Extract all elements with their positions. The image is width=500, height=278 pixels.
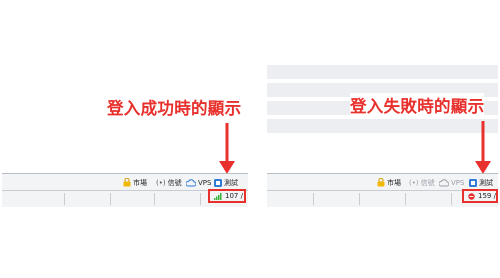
- connection-latency: 107 /: [225, 192, 243, 200]
- market-status[interactable]: 市場: [377, 176, 401, 189]
- login-failure-panel: 登入失敗時的顯示 市場 (•) 信號 VPS 測試 159 /: [267, 55, 498, 207]
- quote-status[interactable]: (•) 信號: [409, 176, 435, 189]
- list-item: [267, 65, 498, 79]
- vps-status[interactable]: VPS: [439, 176, 464, 189]
- down-arrow-icon: [475, 121, 491, 174]
- failure-caption: 登入失敗時的顯示: [350, 93, 485, 117]
- vps-cloud-icon: [186, 178, 196, 186]
- connection-status-highlight[interactable]: 159 /: [462, 189, 498, 203]
- divider: [405, 193, 406, 205]
- signal-icon: (•): [156, 178, 166, 187]
- login-success-panel: 登入成功時的顯示 市場 (•) 信號 VPS 測試 107 /: [2, 55, 248, 207]
- signal-icon: (•): [409, 178, 419, 187]
- test-label: 測試: [479, 178, 493, 187]
- down-arrow-icon: [219, 123, 235, 174]
- market-label: 市場: [387, 178, 401, 187]
- market-lock-icon: [377, 178, 385, 187]
- error-dot-icon: [468, 192, 475, 200]
- test-label: 測試: [224, 178, 238, 187]
- divider: [313, 193, 314, 205]
- test-status[interactable]: 測試: [469, 176, 493, 189]
- divider: [359, 193, 360, 205]
- market-label: 市場: [133, 178, 147, 187]
- vps-label: VPS: [198, 178, 212, 187]
- quote-status[interactable]: (•) 信號: [156, 176, 182, 189]
- test-icon: [214, 178, 222, 187]
- status-bar: 市場 (•) 信號 VPS 測試: [2, 173, 248, 207]
- market-status[interactable]: 市場: [123, 176, 147, 189]
- divider: [451, 193, 452, 205]
- divider: [200, 193, 201, 205]
- connection-status-highlight[interactable]: 107 /: [208, 189, 246, 203]
- vps-label: VPS: [451, 178, 465, 187]
- market-lock-icon: [123, 178, 131, 187]
- quote-label: 信號: [167, 178, 182, 187]
- connection-latency: 159 /: [478, 192, 496, 200]
- list-item: [267, 119, 498, 133]
- vps-status[interactable]: VPS: [186, 176, 211, 189]
- signal-bars-icon: [214, 192, 222, 200]
- vps-cloud-icon: [439, 178, 449, 186]
- divider: [64, 193, 65, 205]
- divider: [154, 193, 155, 205]
- divider: [110, 193, 111, 205]
- test-status[interactable]: 測試: [214, 176, 238, 189]
- status-bar: 市場 (•) 信號 VPS 測試: [267, 173, 498, 207]
- test-icon: [469, 178, 477, 187]
- quote-label: 信號: [420, 178, 435, 187]
- success-caption: 登入成功時的顯示: [107, 95, 242, 119]
